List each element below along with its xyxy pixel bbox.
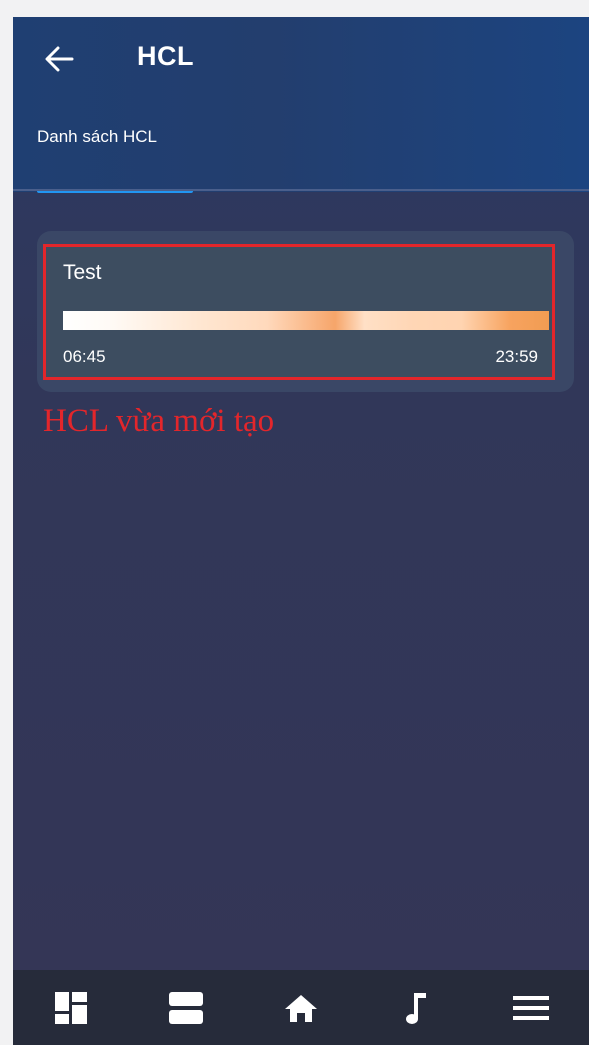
- page-title: HCL: [137, 41, 194, 71]
- menu-icon: [513, 995, 550, 1020]
- color-temperature-bar: [63, 311, 549, 330]
- rooms-icon: [168, 991, 203, 1024]
- app-screen: HCL Danh sách HCL Test 06:45 23:59 HCL v…: [13, 17, 589, 1045]
- tab-label: Danh sách HCL: [37, 127, 158, 146]
- app-header: HCL Danh sách HCL: [13, 17, 589, 193]
- nav-rooms-button[interactable]: [156, 978, 216, 1038]
- bottom-navigation: [13, 970, 589, 1045]
- nav-menu-button[interactable]: [501, 978, 561, 1038]
- hcl-list: Test 06:45 23:59: [37, 231, 574, 392]
- hcl-name: Test: [63, 261, 102, 284]
- nav-home-button[interactable]: [271, 978, 331, 1038]
- tab-hcl-list[interactable]: Danh sách HCL: [37, 127, 193, 193]
- nav-music-button[interactable]: [386, 978, 446, 1038]
- back-button[interactable]: [39, 39, 79, 79]
- hcl-item[interactable]: Test 06:45 23:59: [43, 244, 555, 380]
- home-icon: [284, 994, 317, 1022]
- tab-divider: [13, 189, 589, 191]
- music-icon: [406, 992, 427, 1024]
- start-time: 06:45: [63, 347, 106, 366]
- end-time: 23:59: [495, 347, 538, 366]
- arrow-left-icon: [45, 46, 74, 72]
- dashboard-icon: [54, 991, 87, 1024]
- annotation-label: HCL vừa mới tạo: [43, 403, 275, 439]
- nav-dashboard-button[interactable]: [41, 978, 101, 1038]
